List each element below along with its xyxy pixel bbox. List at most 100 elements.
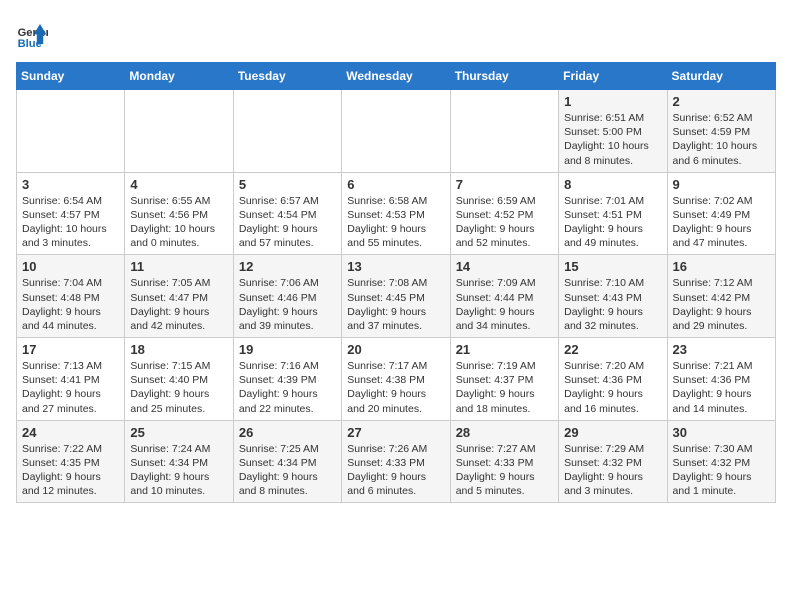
header-row: SundayMondayTuesdayWednesdayThursdayFrid…	[17, 63, 776, 90]
day-info: Sunrise: 7:16 AM Sunset: 4:39 PM Dayligh…	[239, 359, 336, 416]
day-info: Sunrise: 7:15 AM Sunset: 4:40 PM Dayligh…	[130, 359, 227, 416]
calendar-cell: 19 Sunrise: 7:16 AM Sunset: 4:39 PM Dayli…	[233, 338, 341, 421]
day-info: Sunrise: 6:54 AM Sunset: 4:57 PM Dayligh…	[22, 194, 119, 251]
day-info: Sunrise: 6:55 AM Sunset: 4:56 PM Dayligh…	[130, 194, 227, 251]
calendar-cell: 24 Sunrise: 7:22 AM Sunset: 4:35 PM Dayli…	[17, 420, 125, 503]
day-number: 13	[347, 259, 444, 274]
day-info: Sunrise: 7:12 AM Sunset: 4:42 PM Dayligh…	[673, 276, 770, 333]
day-info: Sunrise: 7:04 AM Sunset: 4:48 PM Dayligh…	[22, 276, 119, 333]
day-number: 22	[564, 342, 661, 357]
day-info: Sunrise: 7:30 AM Sunset: 4:32 PM Dayligh…	[673, 442, 770, 499]
week-row-1: 3 Sunrise: 6:54 AM Sunset: 4:57 PM Daylig…	[17, 172, 776, 255]
day-number: 27	[347, 425, 444, 440]
calendar-cell: 5 Sunrise: 6:57 AM Sunset: 4:54 PM Daylig…	[233, 172, 341, 255]
day-info: Sunrise: 7:25 AM Sunset: 4:34 PM Dayligh…	[239, 442, 336, 499]
calendar-cell: 9 Sunrise: 7:02 AM Sunset: 4:49 PM Daylig…	[667, 172, 775, 255]
day-number: 30	[673, 425, 770, 440]
calendar-cell: 16 Sunrise: 7:12 AM Sunset: 4:42 PM Dayli…	[667, 255, 775, 338]
header-cell-monday: Monday	[125, 63, 233, 90]
day-number: 24	[22, 425, 119, 440]
day-info: Sunrise: 7:02 AM Sunset: 4:49 PM Dayligh…	[673, 194, 770, 251]
day-number: 25	[130, 425, 227, 440]
calendar-cell: 26Sunrise: 7:25 AM Sunset: 4:34 PM Dayli…	[233, 420, 341, 503]
day-info: Sunrise: 7:19 AM Sunset: 4:37 PM Dayligh…	[456, 359, 553, 416]
calendar-cell: 2Sunrise: 6:52 AM Sunset: 4:59 PM Daylig…	[667, 90, 775, 173]
day-info: Sunrise: 7:20 AM Sunset: 4:36 PM Dayligh…	[564, 359, 661, 416]
logo: General Blue	[16, 20, 52, 52]
day-info: Sunrise: 7:22 AM Sunset: 4:35 PM Dayligh…	[22, 442, 119, 499]
day-info: Sunrise: 7:27 AM Sunset: 4:33 PM Dayligh…	[456, 442, 553, 499]
day-info: Sunrise: 6:58 AM Sunset: 4:53 PM Dayligh…	[347, 194, 444, 251]
day-number: 10	[22, 259, 119, 274]
day-number: 15	[564, 259, 661, 274]
day-number: 3	[22, 177, 119, 192]
day-number: 21	[456, 342, 553, 357]
day-info: Sunrise: 7:05 AM Sunset: 4:47 PM Dayligh…	[130, 276, 227, 333]
day-info: Sunrise: 7:21 AM Sunset: 4:36 PM Dayligh…	[673, 359, 770, 416]
calendar-cell: 7 Sunrise: 6:59 AM Sunset: 4:52 PM Daylig…	[450, 172, 558, 255]
day-info: Sunrise: 7:29 AM Sunset: 4:32 PM Dayligh…	[564, 442, 661, 499]
week-row-0: 1 Sunrise: 6:51 AM Sunset: 5:00 PM Daylig…	[17, 90, 776, 173]
header-cell-sunday: Sunday	[17, 63, 125, 90]
day-info: Sunrise: 7:26 AM Sunset: 4:33 PM Dayligh…	[347, 442, 444, 499]
calendar-cell	[233, 90, 341, 173]
header-cell-saturday: Saturday	[667, 63, 775, 90]
calendar-cell: 10 Sunrise: 7:04 AM Sunset: 4:48 PM Dayli…	[17, 255, 125, 338]
calendar-cell: 21 Sunrise: 7:19 AM Sunset: 4:37 PM Dayli…	[450, 338, 558, 421]
calendar-cell: 14Sunrise: 7:09 AM Sunset: 4:44 PM Dayli…	[450, 255, 558, 338]
calendar-cell: 29 Sunrise: 7:29 AM Sunset: 4:32 PM Dayli…	[559, 420, 667, 503]
day-number: 12	[239, 259, 336, 274]
day-number: 16	[673, 259, 770, 274]
calendar-body: 1 Sunrise: 6:51 AM Sunset: 5:00 PM Daylig…	[17, 90, 776, 503]
calendar-cell: 25 Sunrise: 7:24 AM Sunset: 4:34 PM Dayli…	[125, 420, 233, 503]
day-number: 11	[130, 259, 227, 274]
calendar-cell: 6 Sunrise: 6:58 AM Sunset: 4:53 PM Daylig…	[342, 172, 450, 255]
day-info: Sunrise: 6:51 AM Sunset: 5:00 PM Dayligh…	[564, 111, 661, 168]
calendar-header: SundayMondayTuesdayWednesdayThursdayFrid…	[17, 63, 776, 90]
day-info: Sunrise: 6:59 AM Sunset: 4:52 PM Dayligh…	[456, 194, 553, 251]
day-number: 18	[130, 342, 227, 357]
day-number: 23	[673, 342, 770, 357]
day-info: Sunrise: 7:01 AM Sunset: 4:51 PM Dayligh…	[564, 194, 661, 251]
day-number: 19	[239, 342, 336, 357]
calendar-cell: 15 Sunrise: 7:10 AM Sunset: 4:43 PM Dayli…	[559, 255, 667, 338]
calendar-cell: 13 Sunrise: 7:08 AM Sunset: 4:45 PM Dayli…	[342, 255, 450, 338]
week-row-2: 10 Sunrise: 7:04 AM Sunset: 4:48 PM Dayli…	[17, 255, 776, 338]
calendar: SundayMondayTuesdayWednesdayThursdayFrid…	[16, 62, 776, 503]
day-info: Sunrise: 7:24 AM Sunset: 4:34 PM Dayligh…	[130, 442, 227, 499]
calendar-cell	[17, 90, 125, 173]
calendar-cell	[342, 90, 450, 173]
day-number: 7	[456, 177, 553, 192]
day-info: Sunrise: 7:10 AM Sunset: 4:43 PM Dayligh…	[564, 276, 661, 333]
day-number: 29	[564, 425, 661, 440]
day-info: Sunrise: 7:08 AM Sunset: 4:45 PM Dayligh…	[347, 276, 444, 333]
calendar-cell: 28Sunrise: 7:27 AM Sunset: 4:33 PM Dayli…	[450, 420, 558, 503]
calendar-cell: 27 Sunrise: 7:26 AM Sunset: 4:33 PM Dayli…	[342, 420, 450, 503]
calendar-cell: 20 Sunrise: 7:17 AM Sunset: 4:38 PM Dayli…	[342, 338, 450, 421]
day-info: Sunrise: 6:57 AM Sunset: 4:54 PM Dayligh…	[239, 194, 336, 251]
header-cell-thursday: Thursday	[450, 63, 558, 90]
week-row-4: 24 Sunrise: 7:22 AM Sunset: 4:35 PM Dayli…	[17, 420, 776, 503]
day-number: 6	[347, 177, 444, 192]
calendar-cell: 11 Sunrise: 7:05 AM Sunset: 4:47 PM Dayli…	[125, 255, 233, 338]
day-number: 2	[673, 94, 770, 109]
header: General Blue	[16, 16, 776, 52]
day-number: 9	[673, 177, 770, 192]
calendar-cell: 18 Sunrise: 7:15 AM Sunset: 4:40 PM Dayli…	[125, 338, 233, 421]
day-info: Sunrise: 7:17 AM Sunset: 4:38 PM Dayligh…	[347, 359, 444, 416]
day-number: 4	[130, 177, 227, 192]
calendar-cell	[125, 90, 233, 173]
calendar-cell: 22 Sunrise: 7:20 AM Sunset: 4:36 PM Dayli…	[559, 338, 667, 421]
day-number: 8	[564, 177, 661, 192]
calendar-cell: 1 Sunrise: 6:51 AM Sunset: 5:00 PM Daylig…	[559, 90, 667, 173]
calendar-cell: 30 Sunrise: 7:30 AM Sunset: 4:32 PM Dayli…	[667, 420, 775, 503]
day-number: 20	[347, 342, 444, 357]
day-number: 1	[564, 94, 661, 109]
header-cell-wednesday: Wednesday	[342, 63, 450, 90]
calendar-cell: 8 Sunrise: 7:01 AM Sunset: 4:51 PM Daylig…	[559, 172, 667, 255]
day-number: 17	[22, 342, 119, 357]
calendar-cell: 12Sunrise: 7:06 AM Sunset: 4:46 PM Dayli…	[233, 255, 341, 338]
logo-icon: General Blue	[16, 20, 48, 52]
day-info: Sunrise: 7:13 AM Sunset: 4:41 PM Dayligh…	[22, 359, 119, 416]
day-number: 5	[239, 177, 336, 192]
